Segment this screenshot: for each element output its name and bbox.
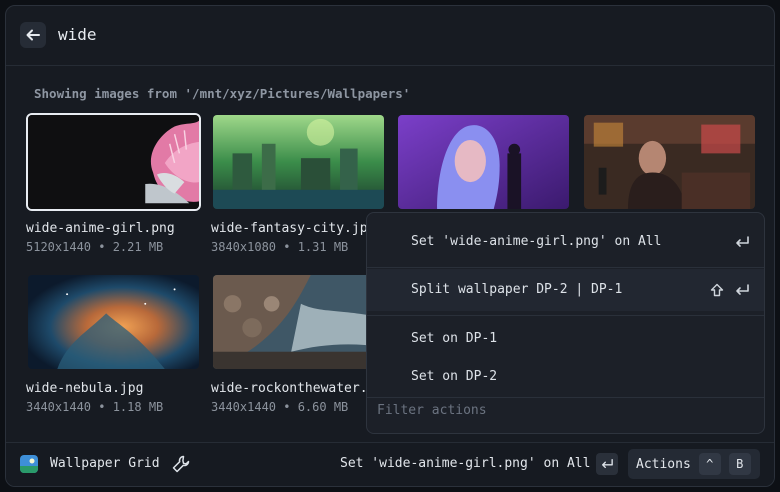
- menu-item-label: Split wallpaper DP-2 | DP-1: [411, 282, 623, 297]
- wallpaper-thumbnail[interactable]: [582, 113, 757, 211]
- actions-menu: Set 'wide-anime-girl.png' on All Split w…: [366, 212, 765, 434]
- wallpaper-app-icon: [20, 455, 38, 473]
- arrow-left-icon: [26, 29, 40, 41]
- search-input[interactable]: wide: [58, 23, 97, 47]
- wallpaper-title: wide-anime-girl.png: [26, 221, 175, 236]
- wallpaper-thumbnail[interactable]: [26, 113, 201, 211]
- ctrl-key: ^: [698, 453, 721, 475]
- wallpaper-meta: 3440x1440 • 6.60 MB: [211, 400, 349, 414]
- wallpaper-thumbnail[interactable]: [396, 113, 571, 211]
- menu-item-label: Set on DP-1: [411, 331, 498, 346]
- filter-actions-input[interactable]: [377, 399, 747, 421]
- wallpaper-meta: 3840x1080 • 1.31 MB: [211, 240, 349, 254]
- shift-icon: [710, 283, 724, 297]
- menu-item-set-on-dp2[interactable]: Set on DP-2: [367, 357, 764, 397]
- wallpaper-thumbnail[interactable]: [211, 113, 386, 211]
- wallpaper-card[interactable]: wide-nebula.jpg 3440x1440 • 1.18 MB: [26, 273, 201, 414]
- menu-divider: [367, 397, 764, 398]
- source-directory-label: Showing images from '/mnt/xyz/Pictures/W…: [34, 86, 411, 101]
- enter-key-chip[interactable]: [596, 453, 618, 475]
- wallpaper-thumbnail[interactable]: [26, 273, 201, 371]
- menu-divider: [367, 267, 764, 268]
- menu-divider: [367, 315, 764, 316]
- wallpaper-meta: 5120x1440 • 2.21 MB: [26, 240, 164, 254]
- wallpaper-thumbnail[interactable]: [211, 273, 386, 371]
- actions-button-label: Actions: [636, 456, 691, 472]
- fantasy-city-thumbnail-image: [213, 115, 384, 209]
- wallpaper-title: wide-rockonthewater.jpg: [211, 381, 386, 396]
- cyberpunk-bar-thumbnail-image: [584, 115, 755, 209]
- b-key: B: [728, 453, 751, 475]
- actions-button[interactable]: Actions ^ B: [628, 449, 760, 479]
- menu-item-set-on-dp1[interactable]: Set on DP-1: [367, 319, 764, 359]
- rock-on-water-thumbnail-image: [213, 275, 384, 369]
- menu-item-label: Set 'wide-anime-girl.png' on All: [411, 234, 662, 249]
- wallpaper-card[interactable]: [582, 113, 757, 225]
- wrench-icon[interactable]: [170, 453, 192, 475]
- menu-item-label: Set on DP-2: [411, 369, 498, 384]
- status-bar: Wallpaper Grid Set 'wide-anime-girl.png'…: [6, 442, 774, 486]
- wallpaper-title: wide-nebula.jpg: [26, 381, 144, 396]
- enter-icon: [602, 459, 613, 469]
- primary-action-label[interactable]: Set 'wide-anime-girl.png' on All: [340, 456, 590, 471]
- menu-item-set-on-all[interactable]: Set 'wide-anime-girl.png' on All: [367, 221, 764, 263]
- neon-portrait-thumbnail-image: [398, 115, 569, 209]
- nebula-thumbnail-image: [28, 275, 199, 369]
- enter-icon: [736, 284, 749, 295]
- enter-icon: [736, 236, 749, 247]
- launcher-window: wide Showing images from '/mnt/xyz/Pictu…: [5, 5, 775, 487]
- wallpaper-card[interactable]: wide-anime-girl.png 5120x1440 • 2.21 MB: [26, 113, 201, 254]
- back-button[interactable]: [20, 22, 46, 48]
- wallpaper-card[interactable]: wide-fantasy-city.jpg 3840x1080 • 1.31 M…: [211, 113, 386, 254]
- menu-item-split-wallpaper[interactable]: Split wallpaper DP-2 | DP-1: [367, 269, 764, 311]
- wallpaper-title: wide-fantasy-city.jpg: [211, 221, 376, 236]
- wallpaper-meta: 3440x1440 • 1.18 MB: [26, 400, 164, 414]
- wallpaper-card[interactable]: [396, 113, 571, 225]
- search-bar: wide: [6, 6, 774, 66]
- wallpaper-card[interactable]: wide-rockonthewater.jpg 3440x1440 • 6.60…: [211, 273, 386, 414]
- anime-girl-thumbnail-image: [28, 115, 199, 209]
- app-name: Wallpaper Grid: [50, 456, 160, 471]
